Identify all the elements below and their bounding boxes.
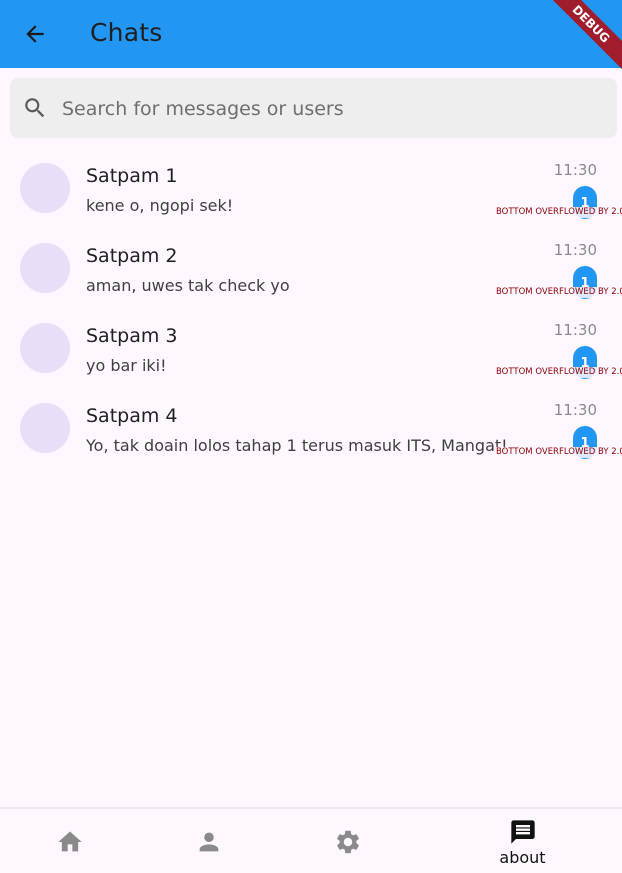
chat-timestamp: 11:30 (553, 241, 597, 259)
chat-list-item[interactable]: Satpam 3 yo bar iki! 11:30 1 BOTTOM OVER… (0, 308, 622, 388)
chat-list-item[interactable]: Satpam 4 Yo, tak doain lolos tahap 1 ter… (0, 388, 622, 468)
bottom-navigation-bar: about (0, 807, 622, 873)
page-title: Chats (90, 18, 163, 47)
debug-banner: DEBUG (537, 0, 622, 78)
chat-name: Satpam 3 (86, 325, 178, 347)
nav-item-profile[interactable] (140, 809, 278, 873)
chats-screen: Chats DEBUG Satpam 1 kene o, ngopi sek! … (0, 0, 622, 873)
overflow-warning: BOTTOM OVERFLOWED BY 2.0 PIXELS (496, 367, 622, 378)
search-icon (25, 98, 45, 118)
chat-name: Satpam 2 (86, 245, 178, 267)
avatar[interactable] (20, 403, 70, 453)
search-bar[interactable] (10, 78, 617, 138)
chat-timestamp: 11:30 (553, 321, 597, 339)
chat-list-item[interactable]: Satpam 1 kene o, ngopi sek! 11:30 1 BOTT… (0, 148, 622, 228)
app-bar: Chats DEBUG (0, 0, 622, 78)
back-button[interactable] (14, 13, 56, 55)
home-icon (58, 831, 82, 852)
nav-item-home[interactable] (0, 809, 140, 873)
chat-last-message: yo bar iki! (86, 356, 167, 375)
chat-name: Satpam 4 (86, 405, 178, 427)
overflow-warning: BOTTOM OVERFLOWED BY 2.0 PIXELS (496, 447, 622, 458)
chat-timestamp: 11:30 (553, 161, 597, 179)
overflow-warning: BOTTOM OVERFLOWED BY 2.0 PIXELS (496, 207, 622, 218)
chat-timestamp: 11:30 (553, 401, 597, 419)
search-input[interactable] (60, 88, 604, 130)
avatar[interactable] (20, 163, 70, 213)
avatar[interactable] (20, 323, 70, 373)
nav-item-settings[interactable] (278, 809, 418, 873)
avatar[interactable] (20, 243, 70, 293)
person-icon (199, 832, 219, 852)
arrow-back-icon (26, 25, 44, 43)
nav-item-about[interactable]: about (430, 809, 615, 873)
chat-icon (510, 819, 535, 844)
overflow-warning: BOTTOM OVERFLOWED BY 2.0 PIXELS (496, 287, 622, 298)
chat-last-message: kene o, ngopi sek! (86, 196, 234, 215)
nav-label-about: about (499, 847, 546, 867)
chat-last-message: Yo, tak doain lolos tahap 1 terus masuk … (86, 436, 508, 455)
chat-name: Satpam 1 (86, 165, 178, 187)
chat-list-item[interactable]: Satpam 2 aman, uwes tak check yo 11:30 1… (0, 228, 622, 308)
chat-list: Satpam 1 kene o, ngopi sek! 11:30 1 BOTT… (0, 148, 622, 468)
chat-last-message: aman, uwes tak check yo (86, 276, 290, 295)
settings-icon (337, 830, 359, 854)
